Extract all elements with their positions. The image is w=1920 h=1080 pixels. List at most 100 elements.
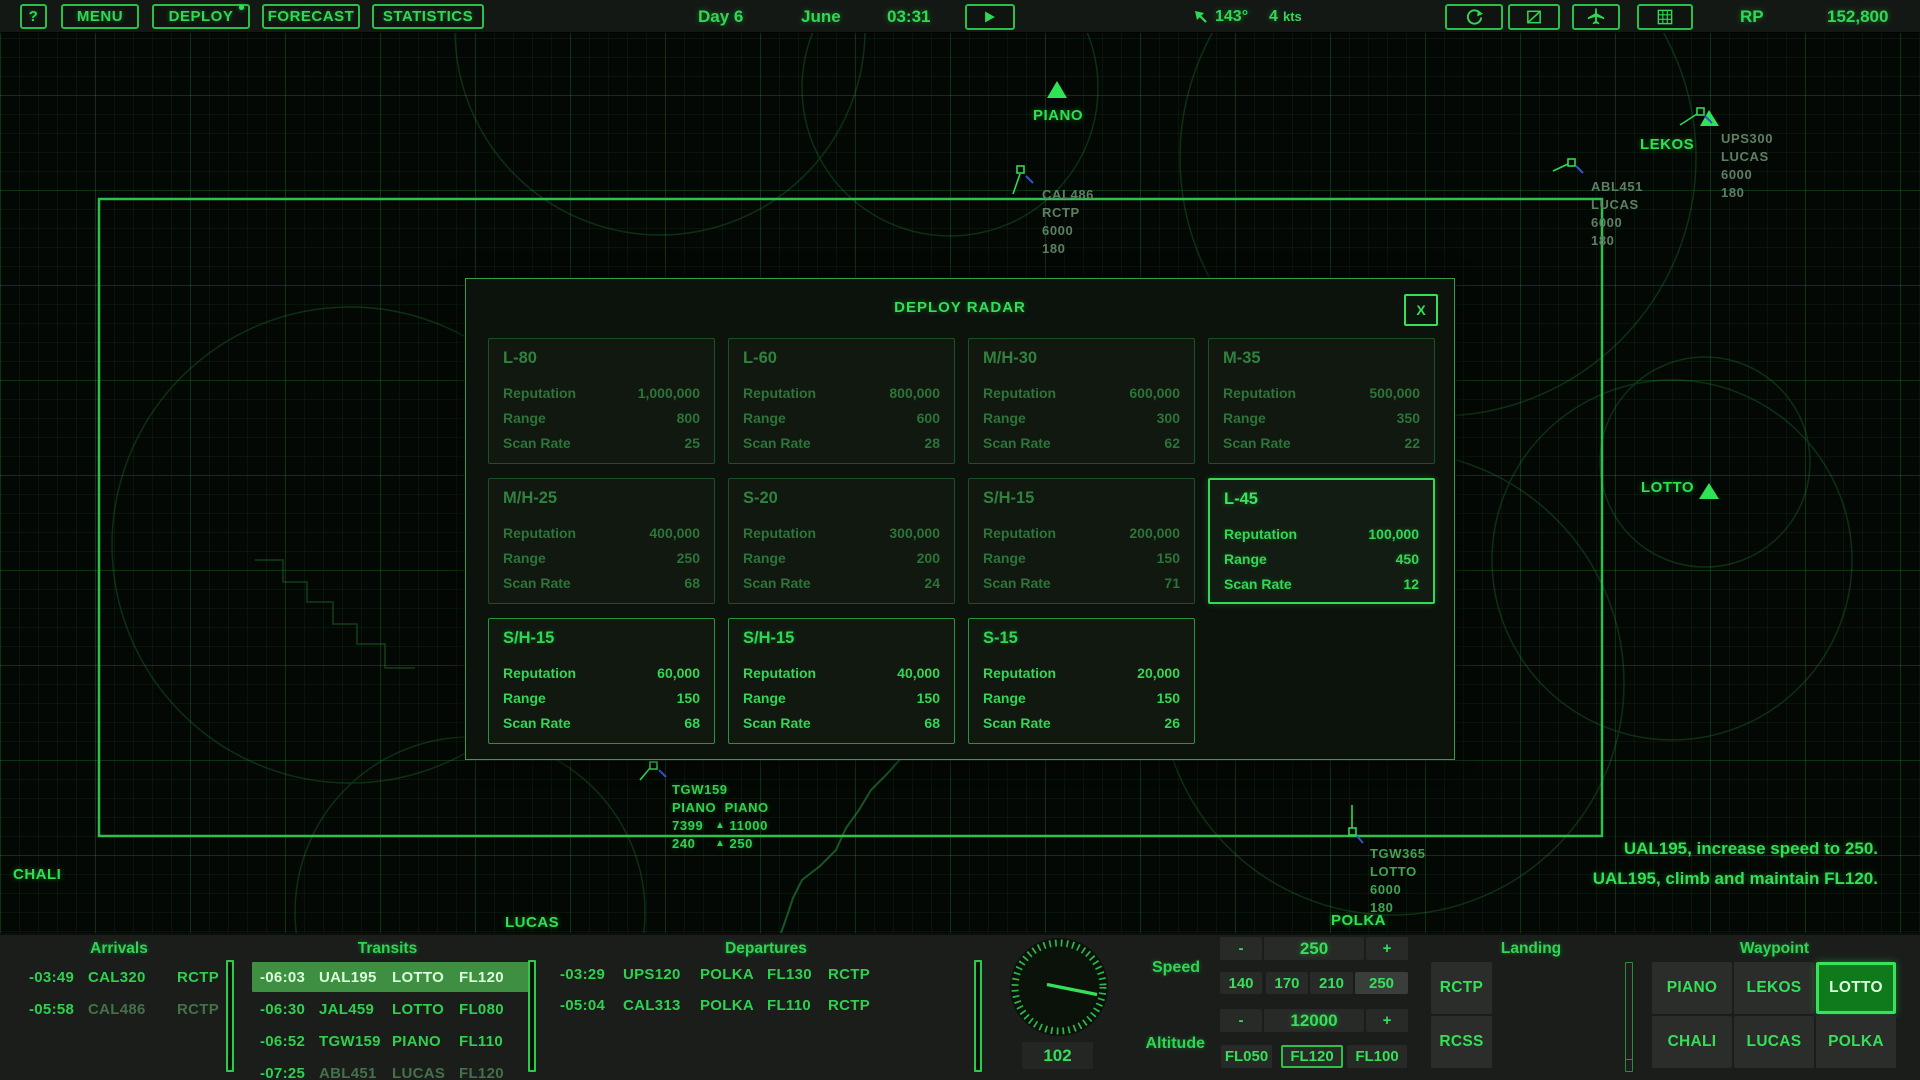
radar-card-s15[interactable]: S-15 Reputation20,000 Range150 Scan Rate… — [968, 618, 1195, 744]
radar-card-mh25[interactable]: M/H-25 Reputation400,000 Range250 Scan R… — [488, 478, 715, 604]
heading-value: 102 — [1022, 1042, 1093, 1069]
speed-preset-250-selected[interactable]: 250 — [1355, 972, 1408, 994]
radar-card-l45[interactable]: L-45 Reputation100,000 Range450 Scan Rat… — [1208, 478, 1435, 604]
strip-time: -05:58 — [29, 1001, 75, 1018]
strip-callsign: CAL320 — [88, 969, 164, 986]
reputation-points-value: 152,800 — [1827, 0, 1888, 33]
waypoint-button-chali[interactable]: CHALI — [1652, 1016, 1732, 1068]
target-altitude: 11000 — [730, 817, 768, 835]
datablock-callsign: CAL486 — [1042, 186, 1094, 204]
waypoint-button-lekos[interactable]: LEKOS — [1734, 962, 1814, 1014]
speed-preset-170[interactable]: 170 — [1266, 972, 1308, 994]
speed-preset-210[interactable]: 210 — [1310, 972, 1353, 994]
help-button[interactable]: ? — [20, 4, 47, 29]
altitude-label: Altitude — [1100, 1035, 1205, 1053]
strip-dest: RCTP — [177, 1001, 222, 1018]
landing-button-rctp[interactable]: RCTP — [1431, 962, 1492, 1014]
departures-scrollbar[interactable] — [974, 960, 982, 1072]
stat-value: 400,000 — [649, 525, 700, 541]
radar-card-sh15c[interactable]: S/H-15 Reputation40,000 Range150 Scan Ra… — [728, 618, 955, 744]
datablock-callsign: UPS300 — [1721, 130, 1773, 148]
stat-value: 25 — [684, 435, 700, 451]
transit-strip[interactable]: -07:25 ABL451 LUCAS FL120 — [252, 1058, 530, 1080]
stat-value: 24 — [924, 575, 940, 591]
reputation-points-label: RP — [1740, 0, 1764, 33]
radar-name: S/H-15 — [503, 629, 700, 648]
radar-card-mh30[interactable]: M/H-30 Reputation600,000 Range300 Scan R… — [968, 338, 1195, 464]
play-pause-button[interactable] — [965, 4, 1015, 30]
waypoint-button-lucas[interactable]: LUCAS — [1734, 1016, 1814, 1068]
altitude-value: 12000 — [1264, 1009, 1364, 1032]
arrival-strip[interactable]: -03:49 CAL320 RCTP — [28, 962, 224, 992]
radar-name: M-35 — [1223, 349, 1420, 368]
radar-card-s20[interactable]: S-20 Reputation300,000 Range200 Scan Rat… — [728, 478, 955, 604]
departure-strip[interactable]: -03:29 UPS120 POLKA FL130 RCTP — [556, 960, 886, 988]
transits-scrollbar[interactable] — [528, 960, 536, 1072]
control-bar: Arrivals -03:49 CAL320 RCTP -05:58 CAL48… — [0, 933, 1920, 1080]
deploy-notification-dot — [239, 5, 244, 10]
deploy-button-label: DEPLOY — [169, 8, 234, 25]
altitude-preset-fl100[interactable]: FL100 — [1347, 1045, 1407, 1068]
deploy-button[interactable]: DEPLOY — [152, 4, 250, 29]
panel-scrollbar[interactable] — [1625, 962, 1633, 1072]
landing-header: Landing — [1431, 940, 1631, 958]
waypoint-button-lotto-selected[interactable]: LOTTO — [1816, 962, 1896, 1014]
datablock-ups300[interactable]: UPS300 LUCAS 6000 180 — [1721, 130, 1773, 202]
heading-compass[interactable] — [1009, 937, 1109, 1037]
datablock-callsign: TGW159 — [672, 781, 769, 799]
altitude-preset-fl120-selected[interactable]: FL120 — [1281, 1045, 1343, 1068]
stat-label: Reputation — [1224, 526, 1297, 542]
statistics-button[interactable]: STATISTICS — [372, 4, 484, 29]
radar-card-sh15a[interactable]: S/H-15 Reputation200,000 Range150 Scan R… — [968, 478, 1195, 604]
stat-label: Scan Rate — [503, 435, 571, 451]
datablock-callsign: ABL451 — [1591, 178, 1643, 196]
radar-card-l80[interactable]: L-80 Reputation1,000,000 Range800 Scan R… — [488, 338, 715, 464]
waypoint-header: Waypoint — [1652, 940, 1897, 958]
altitude-decrease-button[interactable]: - — [1220, 1009, 1262, 1032]
aircraft-list-toggle-button[interactable] — [1572, 4, 1620, 30]
radio-message: UAL195, climb and maintain FL120. — [1593, 864, 1878, 894]
radar-card-sh15b[interactable]: S/H-15 Reputation60,000 Range150 Scan Ra… — [488, 618, 715, 744]
transit-strip[interactable]: -06:52 TGW159 PIANO FL110 — [252, 1026, 530, 1056]
strip-waypoint: LUCAS — [392, 1065, 446, 1080]
arrival-strip[interactable]: -05:58 CAL486 RCTP — [28, 994, 224, 1024]
strip-dest: RCTP — [177, 969, 222, 986]
arrivals-scrollbar[interactable] — [226, 960, 234, 1072]
sector-view-toggle-button[interactable] — [1508, 4, 1560, 30]
datablock-route: PIANO PIANO — [672, 799, 769, 817]
speed-decrease-button[interactable]: - — [1220, 937, 1262, 960]
forecast-button[interactable]: FORECAST — [262, 4, 360, 29]
datablock-abl451[interactable]: ABL451 LUCAS 6000 180 — [1591, 178, 1643, 250]
radar-sweep-toggle-button[interactable] — [1445, 4, 1503, 30]
datablock-tgw159[interactable]: TGW159 PIANO PIANO 7399 ▲ 11000 240 ▲ 25… — [672, 781, 769, 853]
landing-button-rcss[interactable]: RCSS — [1431, 1016, 1492, 1068]
stat-value: 200,000 — [1129, 525, 1180, 541]
strip-callsign: TGW159 — [319, 1033, 379, 1050]
stat-label: Range — [983, 690, 1026, 706]
datablock-dest: LUCAS — [1591, 196, 1643, 214]
speed-preset-140[interactable]: 140 — [1220, 972, 1262, 994]
stat-label: Scan Rate — [1224, 576, 1292, 592]
transit-strip[interactable]: -06:30 JAL459 LOTTO FL080 — [252, 994, 530, 1024]
datablock-cal486[interactable]: CAL486 RCTP 6000 180 — [1042, 186, 1094, 258]
datablock-tgw365[interactable]: TGW365 LOTTO 6000 180 — [1370, 845, 1426, 917]
datablock-dest: LUCAS — [1721, 148, 1773, 166]
grid-icon — [1656, 8, 1674, 26]
radar-card-m35[interactable]: M-35 Reputation500,000 Range350 Scan Rat… — [1208, 338, 1435, 464]
radar-name: L-80 — [503, 349, 700, 368]
radar-card-l60[interactable]: L-60 Reputation800,000 Range600 Scan Rat… — [728, 338, 955, 464]
menu-button[interactable]: MENU — [61, 4, 139, 29]
speed-increase-button[interactable]: + — [1366, 937, 1408, 960]
close-dialog-button[interactable]: X — [1404, 294, 1438, 326]
radar-name: S-20 — [743, 489, 940, 508]
grid-toggle-button[interactable] — [1637, 4, 1693, 30]
waypoint-button-polka[interactable]: POLKA — [1816, 1016, 1896, 1068]
altitude-increase-button[interactable]: + — [1366, 1009, 1408, 1032]
departure-strip[interactable]: -05:04 CAL313 POLKA FL110 RCTP — [556, 991, 886, 1019]
waypoint-button-piano[interactable]: PIANO — [1652, 962, 1732, 1014]
stat-value: 200 — [917, 550, 940, 566]
altitude-preset-fl050[interactable]: FL050 — [1221, 1045, 1272, 1068]
transit-strip-selected[interactable]: -06:03 UAL195 LOTTO FL120 — [252, 962, 530, 992]
strip-time: -07:25 — [260, 1065, 306, 1080]
radar-name: L-60 — [743, 349, 940, 368]
